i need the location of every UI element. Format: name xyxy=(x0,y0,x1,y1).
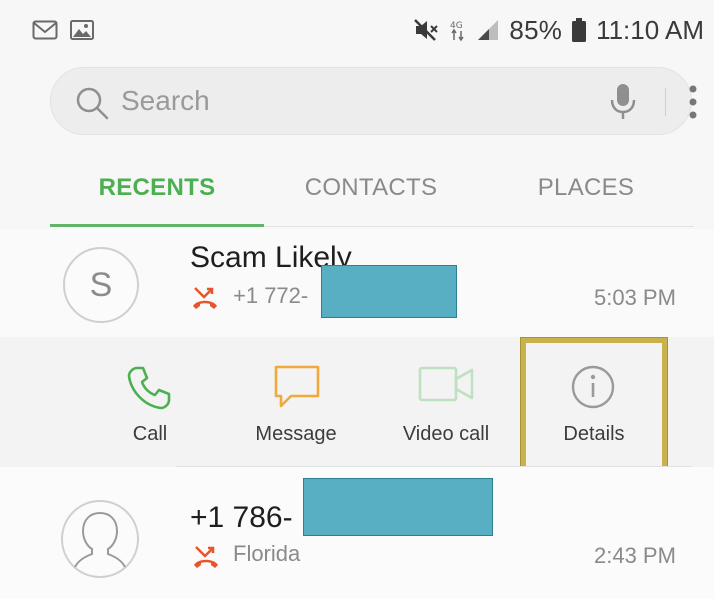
mic-icon[interactable] xyxy=(608,82,638,122)
status-bar: 4G 85% 11:10 AM xyxy=(0,0,714,60)
search-bar[interactable]: Search xyxy=(50,67,697,135)
message-icon xyxy=(274,365,320,408)
tab-places[interactable]: PLACES xyxy=(478,165,694,225)
avatar: S xyxy=(63,247,139,323)
missed-call-icon xyxy=(194,546,218,568)
gmail-icon xyxy=(32,20,58,40)
call-button[interactable]: Call xyxy=(90,337,210,467)
search-icon xyxy=(76,87,109,120)
redaction-box xyxy=(321,265,457,318)
caller-number: +1 786- xyxy=(190,501,293,534)
call-time: 2:43 PM xyxy=(594,543,676,568)
battery-percent: 85% xyxy=(509,14,563,45)
call-time: 5:03 PM xyxy=(594,285,676,310)
svg-text:4G: 4G xyxy=(450,21,463,31)
notification-icons xyxy=(32,20,94,40)
more-vert-icon[interactable] xyxy=(688,84,698,120)
video-call-icon xyxy=(418,366,474,402)
clock: 11:10 AM xyxy=(596,14,704,45)
redaction-box xyxy=(303,478,493,536)
video-call-label: Video call xyxy=(402,423,490,445)
message-label: Message xyxy=(255,423,337,445)
caller-number: +1 772- xyxy=(233,283,309,308)
avatar-placeholder-icon xyxy=(61,500,139,578)
phone-icon xyxy=(127,366,171,410)
video-call-button[interactable]: Video call xyxy=(386,337,506,467)
system-status: 4G 85% 11:10 AM xyxy=(413,15,704,46)
active-tab-indicator xyxy=(50,224,264,227)
tab-bar: RECENTS CONTACTS PLACES xyxy=(50,165,694,229)
image-icon xyxy=(70,20,94,40)
missed-call-icon xyxy=(193,287,217,309)
signal-icon xyxy=(478,20,499,40)
caller-location: Florida xyxy=(233,541,301,566)
battery-icon xyxy=(572,18,587,42)
mute-icon xyxy=(414,19,439,41)
search-input[interactable]: Search xyxy=(121,85,210,117)
highlight-box xyxy=(520,337,668,473)
tab-recents[interactable]: RECENTS xyxy=(50,165,264,225)
search-divider xyxy=(665,88,666,116)
message-button[interactable]: Message xyxy=(236,337,356,467)
call-label: Call xyxy=(132,423,168,445)
data-icon: 4G xyxy=(450,21,465,42)
tab-contacts[interactable]: CONTACTS xyxy=(264,165,478,225)
